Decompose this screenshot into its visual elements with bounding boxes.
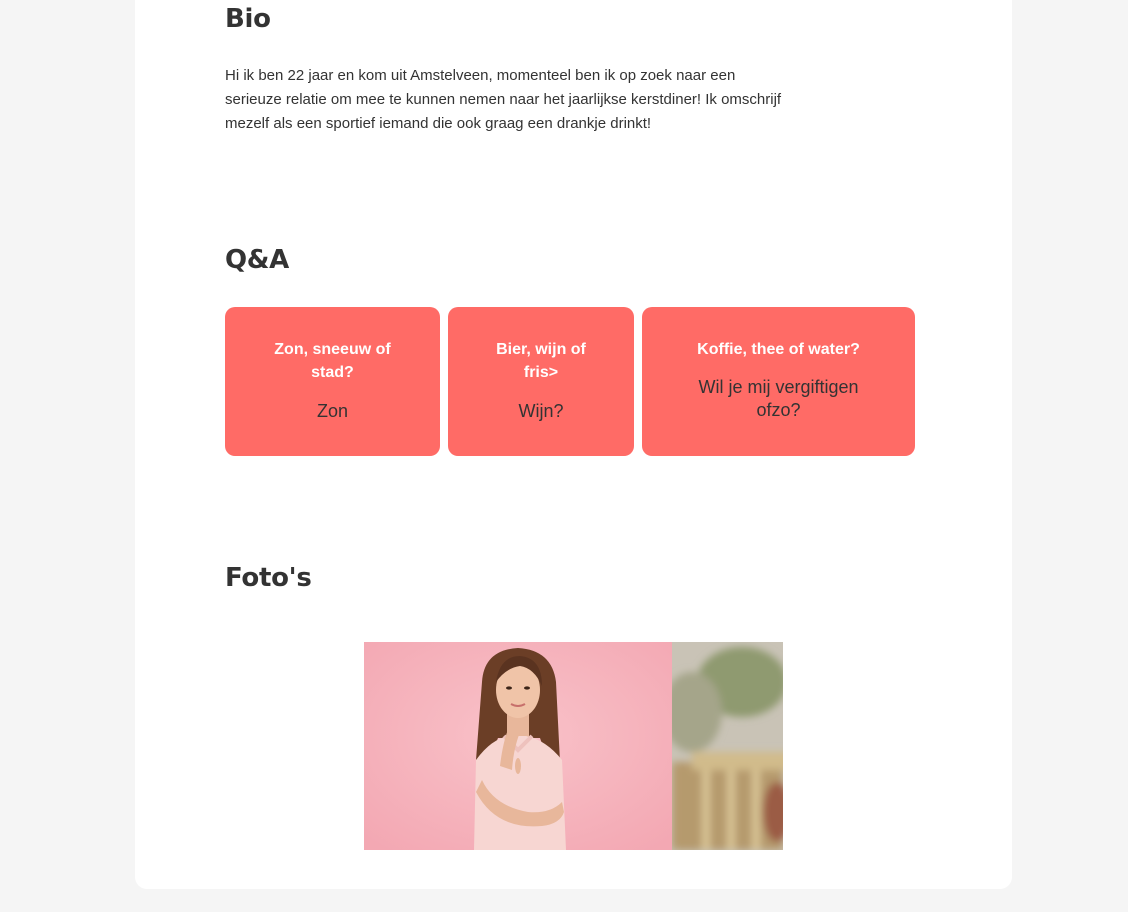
outdoor-blurred-photo[interactable] bbox=[672, 642, 783, 850]
photos-heading: Foto's bbox=[225, 563, 312, 593]
qa-card-1: Zon, sneeuw of stad? Zon bbox=[225, 307, 440, 456]
qa-question: Zon, sneeuw of stad? bbox=[274, 341, 391, 381]
qa-answer: Zon bbox=[316, 401, 349, 421]
bio-heading: Bio bbox=[225, 4, 271, 34]
qa-card-3: Koffie, thee of water? Wil je mij vergif… bbox=[642, 307, 915, 456]
qa-cards: Zon, sneeuw of stad? Zon Bier, wijn of f… bbox=[225, 307, 925, 456]
photo-carousel[interactable] bbox=[364, 642, 783, 850]
qa-question: Koffie, thee of water? bbox=[697, 341, 860, 358]
bio-text: Hi ik ben 22 jaar en kom uit Amstelveen,… bbox=[225, 67, 782, 132]
qa-heading: Q&A bbox=[225, 245, 289, 275]
qa-card-2: Bier, wijn of fris> Wijn? bbox=[448, 307, 634, 456]
woman-portrait-illustration bbox=[364, 642, 672, 850]
qa-answer: Wijn? bbox=[518, 401, 564, 421]
qa-answer: Wil je mij vergiftigen ofzo? bbox=[698, 377, 859, 420]
qa-question: Bier, wijn of fris> bbox=[496, 341, 586, 381]
outdoor-blurred-illustration bbox=[672, 642, 783, 850]
woman-portrait-photo[interactable] bbox=[364, 642, 672, 850]
